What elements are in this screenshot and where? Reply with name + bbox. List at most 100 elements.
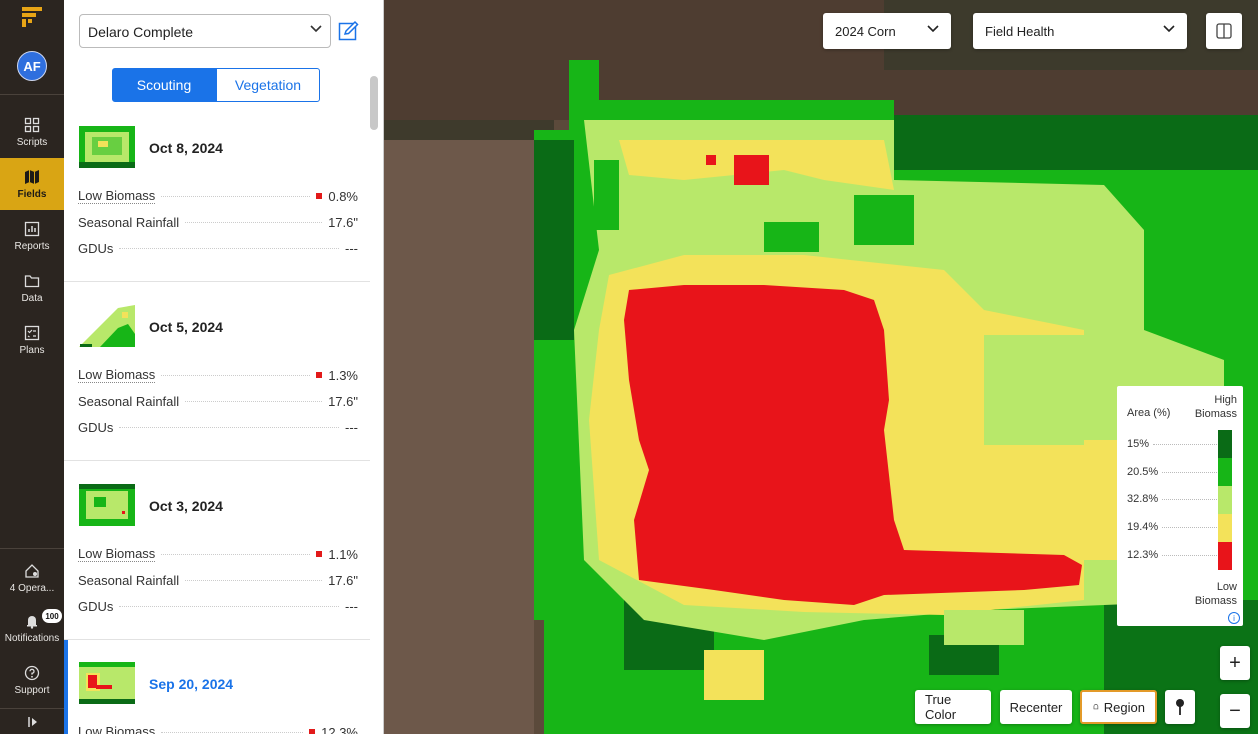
nav-item-support[interactable]: Support [0,654,64,706]
help-icon [24,665,40,680]
nav-item-operations[interactable]: 4 Opera... [0,552,64,604]
nav-item-reports[interactable]: Reports [0,210,64,262]
folder-icon [24,274,40,287]
nav-item-label: Support [14,684,50,696]
nav-item-data[interactable]: Data [0,262,64,314]
chart-icon [24,221,40,236]
chevron-down-icon [1163,25,1175,33]
stat-row-rainfall: Seasonal Rainfall 17.6" [78,572,358,588]
season-select[interactable]: 2024 Corn [823,13,951,49]
stat-row-low-biomass: Low Biomass 1.1% [78,546,358,562]
legend-pct: 15% [1127,438,1150,450]
lasso-icon [1093,704,1099,710]
tab-scouting[interactable]: Scouting [112,68,216,102]
operation-select[interactable]: Delaro Complete [79,14,331,48]
legend-pct: 12.3% [1127,549,1159,561]
nav-item-fields[interactable]: Fields [0,158,64,210]
biomass-legend: Area (%) High Biomass 15% 20.5% 32.8% 19.… [1117,386,1243,626]
region-button-label: Region [1103,699,1145,715]
scouting-card[interactable]: Oct 8, 2024 Low Biomass 0.8% Seasonal Rai… [64,104,370,282]
legend-swatch-low [1218,542,1232,570]
map-view[interactable]: 2024 Corn Field Health Area (%) High Biom… [384,0,1258,734]
stat-value: 17.6" [328,572,358,588]
stat-row-low-biomass: Low Biomass 12.3% [78,724,358,734]
legend-entry: 20.5% [1127,466,1217,478]
panel-scrollbar[interactable] [370,76,378,130]
nav-item-scripts[interactable]: Scripts [0,106,64,158]
legend-low-label: Low Biomass [1195,580,1237,608]
pin-icon [1176,699,1184,715]
expand-nav-icon[interactable] [28,716,38,728]
info-icon[interactable]: i [1228,612,1240,624]
scouting-panel: Delaro Complete Scouting Vegetation Oct … [64,0,384,734]
legend-pct: 20.5% [1127,466,1159,478]
map-icon [25,169,39,184]
zoom-in-label: + [1229,651,1241,674]
stat-label: Seasonal Rainfall [78,393,180,409]
legend-entry: 32.8% [1127,493,1217,505]
field-thumbnail [79,484,135,526]
zoom-out-button[interactable]: − [1220,694,1250,728]
stat-value: 12.3% [321,724,358,734]
low-biomass-swatch [309,729,316,734]
legend-high-line1: High [1214,394,1237,406]
scouting-date: Oct 8, 2024 [149,140,223,156]
stat-row-gdus: GDUs --- [78,419,358,435]
stat-label: Low Biomass [78,546,156,562]
scouting-card[interactable]: Oct 5, 2024 Low Biomass 1.3% Seasonal Rai… [64,283,370,461]
nav-divider [0,548,64,549]
legend-low-line2: Biomass [1194,595,1237,607]
nav-item-label: Plans [19,344,45,356]
nav-item-label: Scripts [16,136,48,148]
tab-vegetation[interactable]: Vegetation [216,68,320,102]
user-avatar[interactable]: AF [17,51,47,81]
season-select-value: 2024 Corn [835,23,896,39]
edit-icon[interactable] [338,20,360,42]
stat-value: 1.1% [328,546,358,562]
nav-item-plans[interactable]: Plans [0,314,64,366]
left-nav: AF Scripts Fields Reports Data Plans 4 O… [0,0,64,734]
split-view-button[interactable] [1206,13,1242,49]
bell-icon [27,615,37,629]
field-thumbnail [79,662,135,704]
nav-item-label: Notifications [4,632,60,644]
scouting-date: Oct 5, 2024 [149,319,223,335]
nav-divider [0,94,64,95]
stat-row-rainfall: Seasonal Rainfall 17.6" [78,214,358,230]
legend-swatch-medium-low [1218,514,1232,542]
nav-divider [0,708,64,709]
true-color-button[interactable]: True Color [915,690,991,724]
legend-low-line1: Low [1216,581,1237,593]
low-biomass-swatch [316,193,323,199]
legend-entry: 15% [1127,438,1217,450]
scouting-card-selected[interactable]: Sep 20, 2024 Low Biomass 12.3% [64,640,370,734]
stat-label: Low Biomass [78,724,155,734]
legend-pct: 19.4% [1127,521,1159,533]
grid-icon [24,117,40,132]
scouting-date: Oct 3, 2024 [149,498,223,514]
drop-pin-button[interactable] [1165,690,1195,724]
stat-label: Seasonal Rainfall [78,214,180,230]
stat-value: 17.6" [328,393,358,409]
chevron-down-icon [927,25,939,33]
chevron-down-icon [310,25,322,33]
field-thumbnail [79,126,135,168]
stat-label: Low Biomass [78,367,156,383]
panel-tabs: Scouting Vegetation [112,68,320,102]
zoom-in-button[interactable]: + [1220,646,1250,680]
recenter-button[interactable]: Recenter [1000,690,1072,724]
split-view-icon [1216,23,1232,39]
app-logo-icon[interactable] [20,6,44,28]
legend-pct: 32.8% [1127,493,1159,505]
scouting-card[interactable]: Oct 3, 2024 Low Biomass 1.1% Seasonal Rai… [64,462,370,640]
stat-label: Seasonal Rainfall [78,572,180,588]
stat-value: --- [345,240,358,256]
stat-row-low-biomass: Low Biomass 1.3% [78,367,358,383]
legend-swatch-high [1218,430,1232,458]
layer-select[interactable]: Field Health [973,13,1187,49]
stat-label: GDUs [78,419,114,435]
legend-high-label: High Biomass [1195,393,1237,421]
stat-value: 17.6" [328,214,358,230]
region-button[interactable]: Region [1080,690,1157,724]
scouting-date: Sep 20, 2024 [149,676,234,692]
